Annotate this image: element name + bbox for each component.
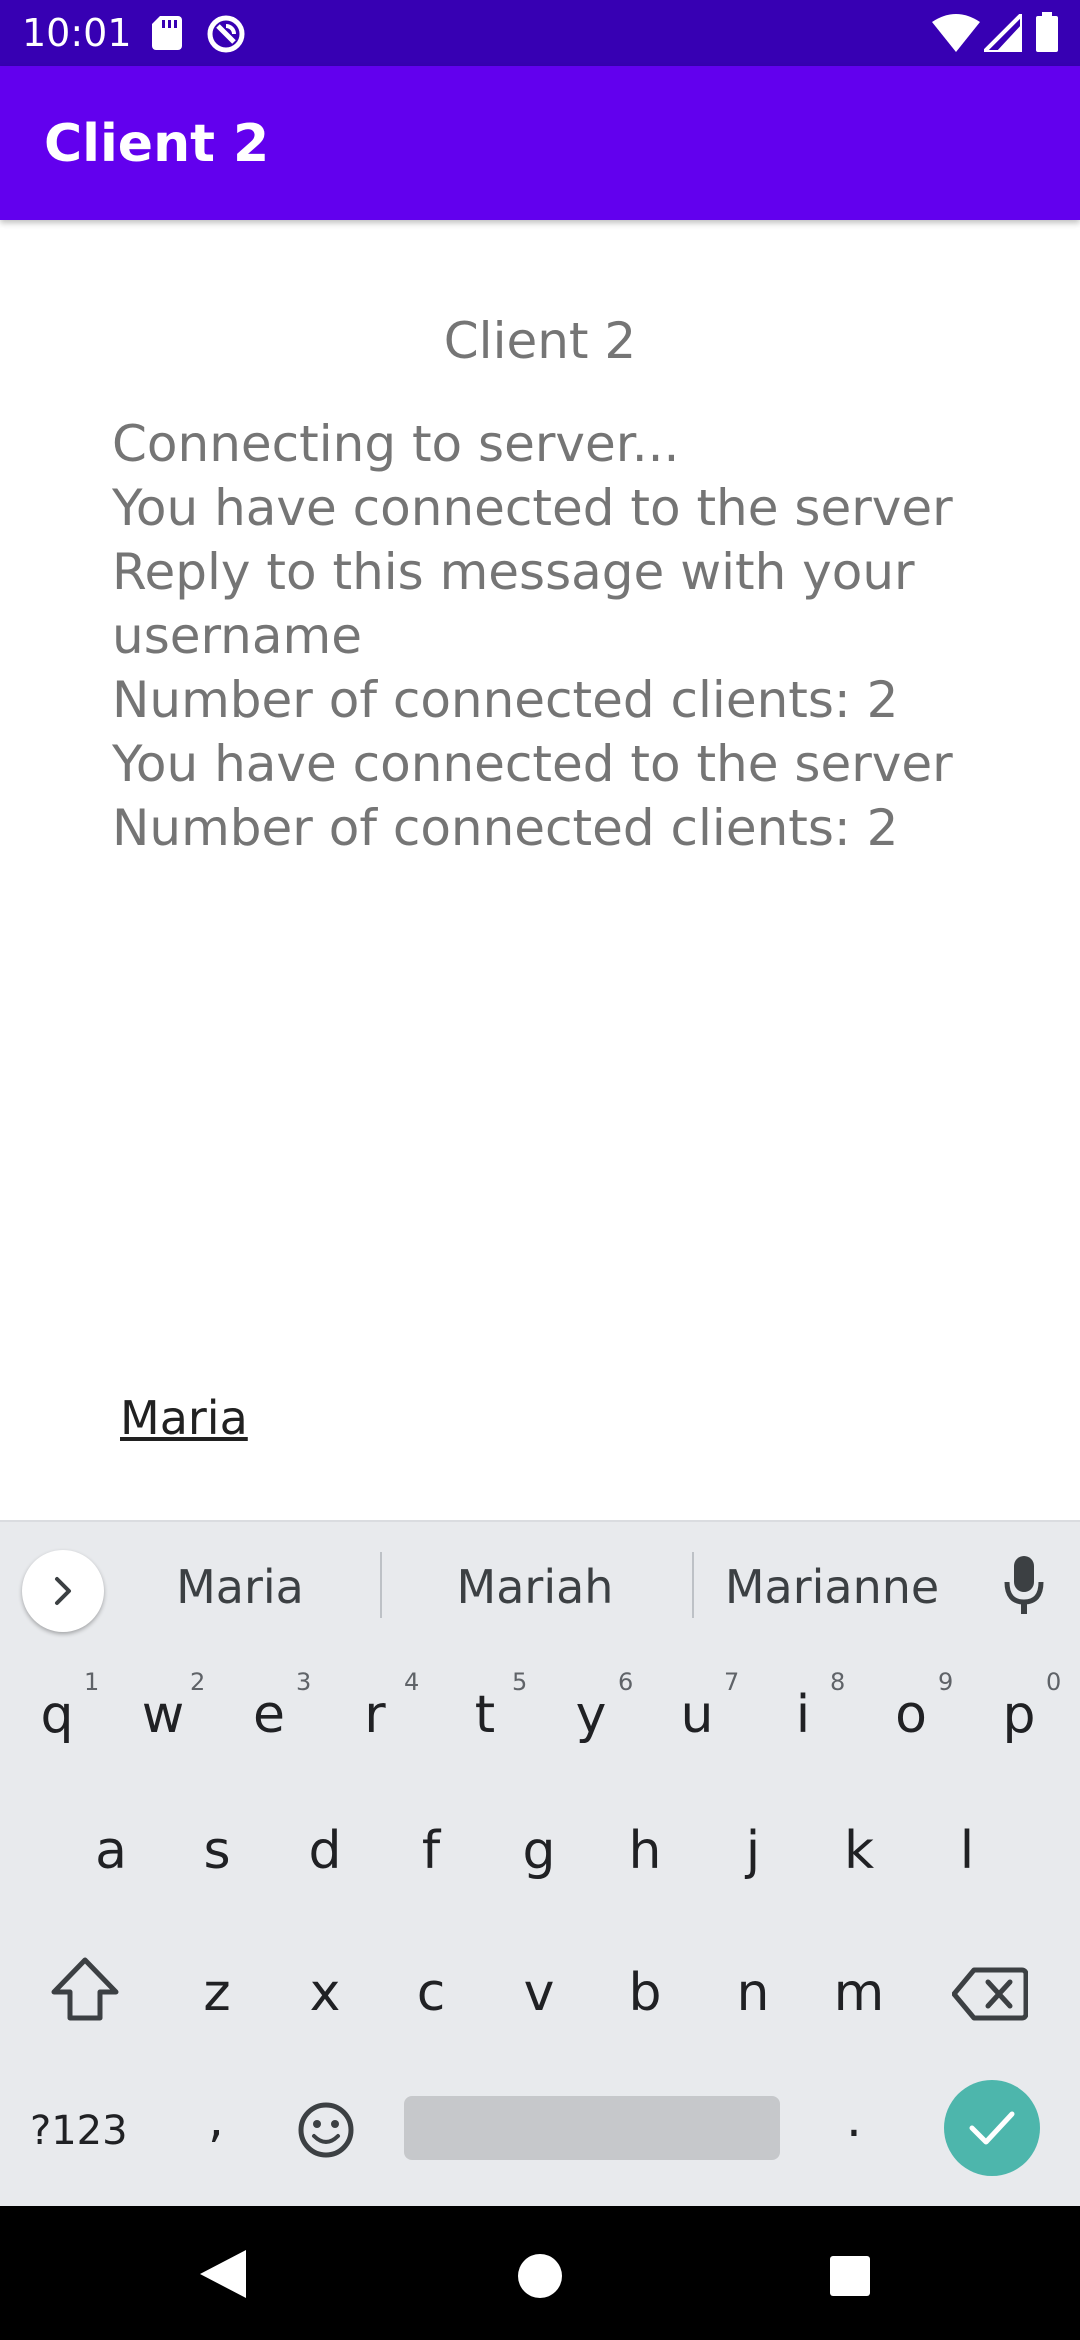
key-h[interactable]: h [600,1806,690,1896]
log-line: You have connected to the server [112,735,953,793]
key-g[interactable]: g [494,1806,584,1896]
key-hint: 4 [404,1668,420,1696]
log-line: You have connected to the server [112,479,953,537]
suggestion-divider [692,1552,694,1618]
chevron-right-icon [55,1577,71,1605]
key-hint: 1 [84,1668,100,1696]
navigation-bar [0,2206,1080,2340]
suggestion-item[interactable]: Marianne [712,1552,952,1622]
shift-icon[interactable] [50,1956,120,2022]
recents-icon[interactable] [830,2256,870,2296]
key-c[interactable]: c [386,1948,476,2038]
status-time: 10:01 [22,11,132,55]
emoji-icon[interactable] [296,2100,356,2160]
key-s[interactable]: s [172,1806,262,1896]
suggestion-item[interactable]: Maria [140,1552,340,1622]
key-hint: 2 [190,1668,206,1696]
suggestion-divider [380,1552,382,1618]
key-l[interactable]: l [922,1806,1012,1896]
expand-toolbar-button[interactable] [22,1550,104,1632]
key-v[interactable]: v [494,1948,584,2038]
key-m[interactable]: m [814,1948,904,2038]
key-comma[interactable]: , [208,2090,224,2148]
log-line: Reply to this message with your username [112,543,915,665]
app-bar: Client 2 [0,66,1080,220]
backspace-icon[interactable] [952,1966,1028,2022]
page-title: Client 2 [443,312,637,370]
suggestion-bar: Maria Mariah Marianne [0,1520,1080,1644]
suggestion-item[interactable]: Mariah [420,1552,650,1622]
soft-keyboard: Maria Mariah Marianne q 1 w 2 e 3 r 4 t … [0,1520,1080,2206]
key-x[interactable]: x [280,1948,370,2038]
key-hint: 9 [938,1668,954,1696]
key-hint: 8 [830,1668,846,1696]
key-k[interactable]: k [814,1806,904,1896]
key-f[interactable]: f [386,1806,476,1896]
sync-icon [207,15,245,53]
signal-icon [984,14,1022,52]
key-hint: 7 [724,1668,740,1696]
message-input[interactable] [120,1386,940,1450]
key-n[interactable]: n [708,1948,798,2038]
message-log: Connecting to server... You have connect… [112,412,992,860]
key-j[interactable]: j [708,1806,798,1896]
log-line: Number of connected clients: 2 [112,671,899,729]
enter-button[interactable] [944,2080,1040,2176]
checkmark-icon [969,2111,1015,2145]
key-hint: 3 [296,1668,312,1696]
symbols-key[interactable]: ?123 [30,2108,128,2154]
space-bar[interactable] [404,2096,780,2160]
sd-card-icon [152,16,182,50]
key-period[interactable]: . [846,2090,862,2148]
status-bar: 10:01 [0,0,1080,66]
home-icon[interactable] [518,2254,562,2298]
key-hint: 6 [618,1668,634,1696]
key-z[interactable]: z [172,1948,262,2038]
microphone-icon[interactable] [1004,1556,1044,1616]
log-line: Connecting to server... [112,415,680,473]
wifi-icon [932,14,980,52]
log-line: Number of connected clients: 2 [112,799,899,857]
back-icon[interactable] [200,2250,246,2298]
key-b[interactable]: b [600,1948,690,2038]
app-title: Client 2 [44,114,270,174]
key-hint: 0 [1046,1668,1062,1696]
key-hint: 5 [512,1668,528,1696]
key-d[interactable]: d [280,1806,370,1896]
key-a[interactable]: a [66,1806,156,1896]
battery-icon [1036,12,1058,52]
